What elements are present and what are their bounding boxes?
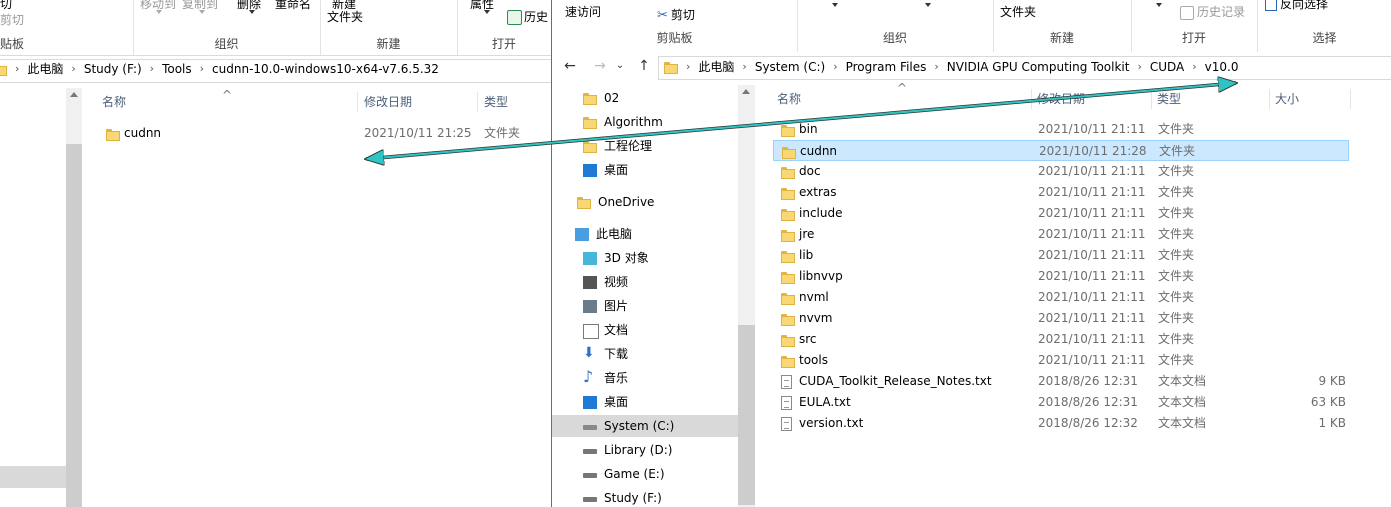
annotation-arrow [0, 0, 1391, 507]
